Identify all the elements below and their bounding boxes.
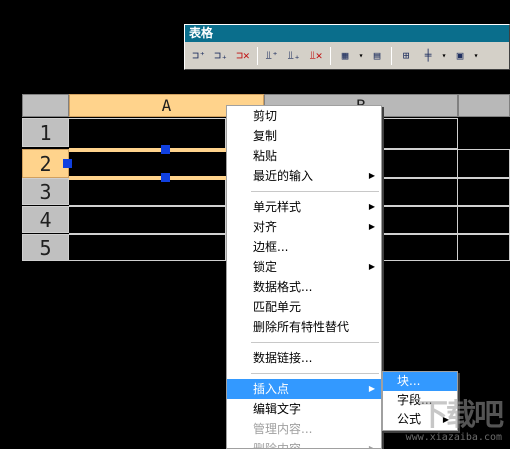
menu-item-label: 块... [397,374,421,388]
table-cell[interactable] [382,178,458,206]
menu-item-label: 管理内容... [253,422,313,436]
row-header-2[interactable]: 2 [22,149,69,178]
column-header-c[interactable] [458,94,510,117]
menu-item-label: 最近的输入 [253,169,314,183]
alignment-dropdown-icon[interactable]: ▾ [439,46,449,66]
watermark-url: www.xiazaiba.com [405,432,502,443]
menu-item-label: 插入点 [253,382,290,396]
menu-item: 删除内容 ▶ [227,439,381,449]
menu-item[interactable]: 匹配单元 [227,297,381,317]
table-cell[interactable] [382,206,458,234]
menu-item[interactable]: 数据格式... [227,277,381,297]
menu-item[interactable]: 编辑文字 [227,399,381,419]
table-cell[interactable] [458,178,510,206]
menu-item-label: 数据链接... [253,351,313,365]
menu-item-label: 对齐 [253,220,278,234]
table-corner[interactable] [22,94,69,117]
table-cell[interactable] [69,118,226,149]
toolbar-separator [330,46,331,65]
cell-style-icon[interactable]: ▣ [449,46,471,66]
table-cell[interactable] [382,118,458,149]
menu-item[interactable]: 粘贴 [227,146,381,166]
menu-item[interactable]: 对齐 ▶ [227,217,381,237]
delete-rows-icon[interactable]: ⊐✕ [232,46,254,66]
delete-columns-icon[interactable]: ⫫✕ [305,46,327,66]
table-cell[interactable] [382,149,458,178]
submenu-arrow-icon: ▶ [368,384,375,393]
selected-cell-bottom-border [69,176,226,180]
table-cell[interactable] [458,234,510,261]
table-cell[interactable] [69,206,226,234]
insert-row-above-icon[interactable]: ⊐⁺ [188,46,210,66]
menu-item-label: 编辑文字 [253,402,302,416]
toolbar-title[interactable]: 表格 [185,25,509,42]
menu-item[interactable]: 单元样式 ▶ [227,197,381,217]
row-header-1[interactable]: 1 [22,118,69,147]
toolbar-separator [391,46,392,65]
row-header-3[interactable]: 3 [22,178,69,205]
submenu-arrow-icon: ▶ [368,222,375,231]
cell-grip-left[interactable] [63,159,72,168]
menu-item: 管理内容... [227,419,381,439]
menu-separator [251,342,379,343]
menu-item-label: 锁定 [253,260,278,274]
menu-item-label: 复制 [253,129,278,143]
menu-item[interactable]: 块... [383,372,457,391]
menu-item[interactable]: 锁定 ▶ [227,257,381,277]
watermark-brand: 下载吧 [418,398,504,433]
cell-borders-icon[interactable]: ⊞ [395,46,417,66]
submenu-arrow-icon: ▶ [368,444,375,449]
menu-item[interactable]: 复制 [227,126,381,146]
menu-item-label: 匹配单元 [253,300,302,314]
row-header-5[interactable]: 5 [22,234,69,261]
menu-item-label: 数据格式... [253,280,313,294]
menu-item[interactable]: 删除所有特性替代 [227,317,381,337]
selected-cell-top-border [69,148,226,152]
submenu-arrow-icon: ▶ [368,171,375,180]
cell-grip-bottom[interactable] [161,173,170,182]
menu-separator [251,191,379,192]
menu-item-label: 边框... [253,240,289,254]
table-cell[interactable] [458,149,510,178]
menu-item-label: 粘贴 [253,149,278,163]
submenu-arrow-icon: ▶ [368,202,375,211]
submenu-arrow-icon: ▶ [368,262,375,271]
menu-item-label: 删除所有特性替代 [253,320,350,334]
menu-item[interactable]: 最近的输入 ▶ [227,166,381,186]
context-menu: 剪切复制粘贴最近的输入 ▶ 单元样式 ▶ 对齐 ▶ 边框... 锁定 ▶ 数据格式... 匹配单元删… [226,105,382,449]
table-cell[interactable] [69,234,226,261]
merge-cells-icon[interactable]: ▦ [334,46,356,66]
menu-item-label: 单元样式 [253,200,302,214]
watermark: 下载吧 www.xiazaiba.com [405,398,504,444]
menu-item[interactable]: 边框... [227,237,381,257]
menu-item[interactable]: 数据链接... [227,348,381,368]
insert-column-right-icon[interactable]: ⫫₊ [283,46,305,66]
insert-column-left-icon[interactable]: ⫫⁺ [261,46,283,66]
cell-grip-top[interactable] [161,145,170,154]
alignment-icon[interactable]: ╪ [417,46,439,66]
menu-item[interactable]: 插入点 ▶ [227,379,381,399]
insert-row-below-icon[interactable]: ⊐₊ [210,46,232,66]
unmerge-cells-icon[interactable]: ▤ [366,46,388,66]
row-header-4[interactable]: 4 [22,206,69,233]
menu-separator [251,373,379,374]
cell-style-dropdown-icon[interactable]: ▾ [471,46,481,66]
table-cell[interactable] [458,206,510,234]
table-cell[interactable] [382,234,458,261]
table-cell[interactable] [69,178,226,206]
toolbar-separator [257,46,258,65]
menu-item-label: 删除内容 [253,442,302,449]
merge-cells-dropdown-icon[interactable]: ▾ [356,46,366,66]
table-toolbar: 表格 ⊐⁺ ⊐₊ ⊐✕ ⫫⁺ ⫫₊ ⫫✕ ▦ ▾ ▤ ⊞ ╪ ▾ ▣ ▾ [184,24,510,70]
menu-item[interactable]: 剪切 [227,106,381,126]
toolbar-buttons: ⊐⁺ ⊐₊ ⊐✕ ⫫⁺ ⫫₊ ⫫✕ ▦ ▾ ▤ ⊞ ╪ ▾ ▣ ▾ [185,42,509,69]
menu-item-label: 剪切 [253,109,278,123]
